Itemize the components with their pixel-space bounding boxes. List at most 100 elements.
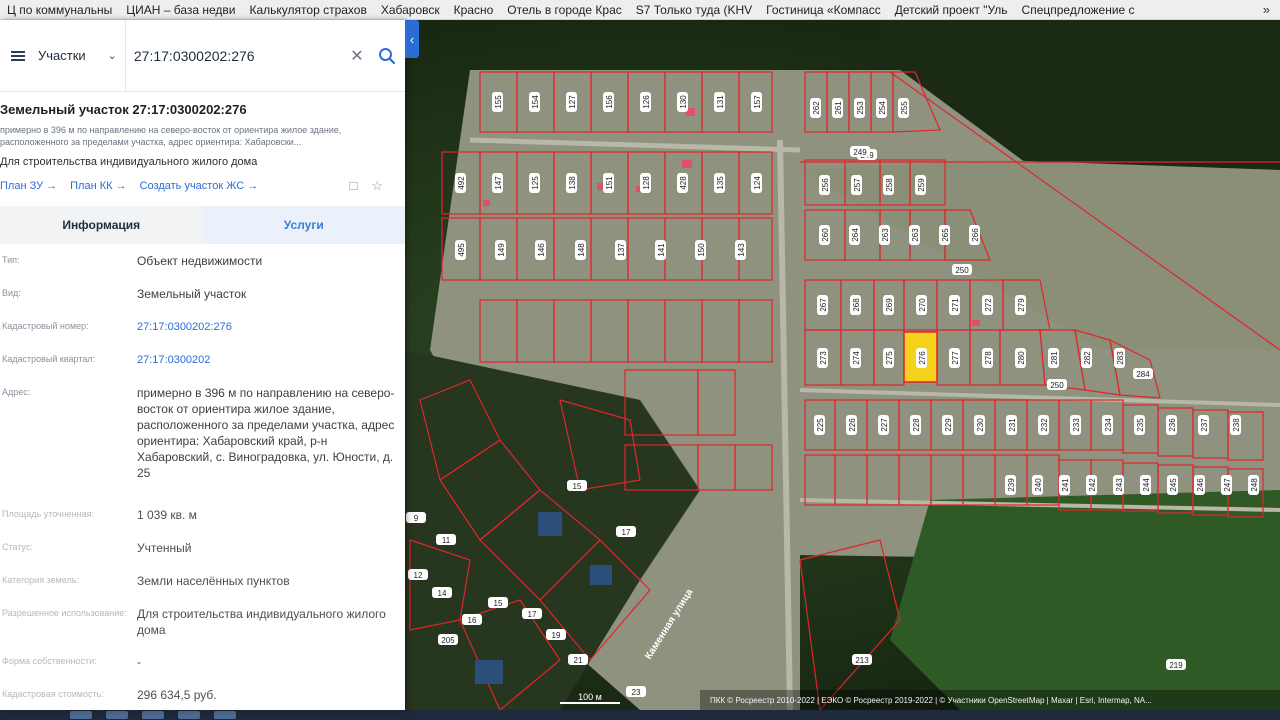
layer-select[interactable]: Участки ⌄: [36, 20, 126, 92]
svg-text:226: 226: [848, 418, 857, 432]
cadastral-quarter-link[interactable]: 27:17:0300202: [137, 352, 405, 368]
svg-text:124: 124: [753, 176, 762, 190]
detail-key: Кадастровый номер:: [2, 321, 89, 331]
star-icon[interactable]: ☆: [371, 178, 383, 194]
svg-text:131: 131: [716, 95, 725, 109]
svg-text:265: 265: [941, 228, 950, 242]
plot-number-label: 234: [1102, 415, 1113, 435]
svg-text:255: 255: [900, 101, 909, 115]
svg-text:137: 137: [617, 243, 626, 257]
plot-number-label: 229: [942, 415, 953, 435]
close-icon[interactable]: ✕: [345, 46, 369, 66]
cadastral-number-link[interactable]: 27:17:0300202:276: [137, 319, 405, 335]
plot-number-label: 16: [462, 614, 482, 625]
detail-key: Разрешенное использование:: [2, 608, 127, 618]
plot-number-label: 263: [879, 225, 890, 245]
bookmark-item[interactable]: ЦИАН – база недви: [119, 3, 242, 17]
detail-key: Форма собственности:: [2, 656, 97, 666]
plot-number-label: 280: [1015, 348, 1026, 368]
taskbar-app-icon[interactable]: [178, 711, 200, 719]
create-plot-link[interactable]: Создать участок ЖС →: [140, 180, 259, 192]
svg-text:229: 229: [944, 418, 953, 432]
svg-text:264: 264: [851, 228, 860, 242]
plot-number-label: 492: [455, 173, 466, 193]
bookmark-item[interactable]: Красно: [447, 3, 501, 17]
collapse-panel-button[interactable]: ‹: [405, 20, 419, 58]
details-list: Тип: Объект недвижимости Вид: Земельный …: [0, 244, 405, 710]
svg-text:236: 236: [1168, 418, 1177, 432]
svg-text:228: 228: [912, 418, 921, 432]
plot-number-label: 238: [1230, 415, 1241, 435]
detail-row-permitted-use: Разрешенное использование: Для строитель…: [0, 597, 405, 645]
plot-number-label: 135: [714, 173, 725, 193]
plot-number-label: 283: [1114, 348, 1125, 368]
svg-text:234: 234: [1104, 418, 1113, 432]
plot-number-label: 143: [735, 240, 746, 260]
zoom-to-object-icon[interactable]: □: [349, 178, 357, 194]
bookmarks-overflow-button[interactable]: »: [1253, 2, 1280, 17]
plot-number-label: 282: [1081, 348, 1092, 368]
svg-text:247: 247: [1223, 478, 1232, 492]
svg-text:148: 148: [577, 243, 586, 257]
plan-kk-link[interactable]: План КК →: [70, 180, 126, 192]
plot-number-label: 15: [488, 597, 508, 608]
plan-zu-link[interactable]: План ЗУ →: [0, 180, 57, 192]
plot-number-label: 131: [714, 92, 725, 112]
bookmark-item[interactable]: Хабаровск: [374, 3, 447, 17]
plot-number-label: 255: [898, 98, 909, 118]
tab-information[interactable]: Информация: [0, 206, 203, 244]
bookmark-item[interactable]: Отель в городе Крас: [500, 3, 629, 17]
svg-text:240: 240: [1034, 478, 1043, 492]
detail-row-cadastral-number: Кадастровый номер: 27:17:0300202:276: [0, 310, 405, 343]
plot-number-label: 259: [915, 175, 926, 195]
taskbar-app-icon[interactable]: [142, 711, 164, 719]
svg-text:269: 269: [885, 298, 894, 312]
plot-number-label: 219: [1166, 659, 1186, 670]
svg-text:235: 235: [1136, 418, 1145, 432]
plot-number-label: 225: [814, 415, 825, 435]
taskbar-app-icon[interactable]: [214, 711, 236, 719]
bookmark-item[interactable]: Гостиница «Компасс: [759, 3, 888, 17]
detail-row-type: Тип: Объект недвижимости: [0, 244, 405, 277]
plot-number-label: 237: [1198, 415, 1209, 435]
svg-text:263: 263: [911, 228, 920, 242]
detail-row-cadastral-quarter: Кадастровый квартал: 27:17:0300202: [0, 343, 405, 376]
plot-number-label: 9: [406, 512, 426, 523]
bookmark-item[interactable]: Калькулятор страхов: [243, 3, 374, 17]
detail-value: примерно в 396 м по направлению на север…: [137, 386, 395, 480]
object-title: Земельный участок 27:17:0300202:276: [0, 102, 247, 117]
svg-text:249: 249: [853, 148, 867, 157]
plot-number-label: 240: [1032, 475, 1043, 495]
bookmark-item[interactable]: S7 Только туда (KHV: [629, 3, 759, 17]
svg-text:244: 244: [1142, 478, 1151, 492]
plot-number-label: 250: [1047, 379, 1067, 390]
detail-row-kind: Вид: Земельный участок: [0, 277, 405, 310]
svg-text:17: 17: [622, 528, 631, 537]
search-icon[interactable]: [369, 38, 405, 74]
svg-text:227: 227: [880, 418, 889, 432]
plot-number-label: 261: [832, 98, 843, 118]
svg-text:246: 246: [1196, 478, 1205, 492]
svg-text:270: 270: [918, 298, 927, 312]
plot-number-label: 141: [655, 240, 666, 260]
plot-number-label: 127: [566, 92, 577, 112]
plot-number-label: 269: [883, 295, 894, 315]
plot-number-label: 231: [1006, 415, 1017, 435]
bookmark-item[interactable]: Детский проект "Уль: [888, 3, 1015, 17]
tab-services[interactable]: Услуги: [202, 206, 405, 244]
taskbar-app-icon[interactable]: [70, 711, 92, 719]
svg-text:271: 271: [951, 298, 960, 312]
taskbar-app-icon[interactable]: [106, 711, 128, 719]
hamburger-menu-icon[interactable]: [0, 20, 36, 92]
detail-row-land-category: Категория земель: Земли населённых пункт…: [0, 564, 405, 597]
plot-number-label: 276: [916, 348, 927, 368]
plot-number-label: 275: [883, 348, 894, 368]
bookmark-item[interactable]: Ц по коммунальны: [0, 3, 119, 17]
svg-text:275: 275: [885, 351, 894, 365]
search-input[interactable]: [125, 40, 345, 71]
svg-text:128: 128: [642, 176, 651, 190]
plot-number-label: 268: [850, 295, 861, 315]
bookmark-item[interactable]: Спецпредложение с: [1015, 3, 1142, 17]
object-links: План ЗУ → План КК → Создать участок ЖС →…: [0, 178, 405, 194]
plot-number-label: 138: [566, 173, 577, 193]
